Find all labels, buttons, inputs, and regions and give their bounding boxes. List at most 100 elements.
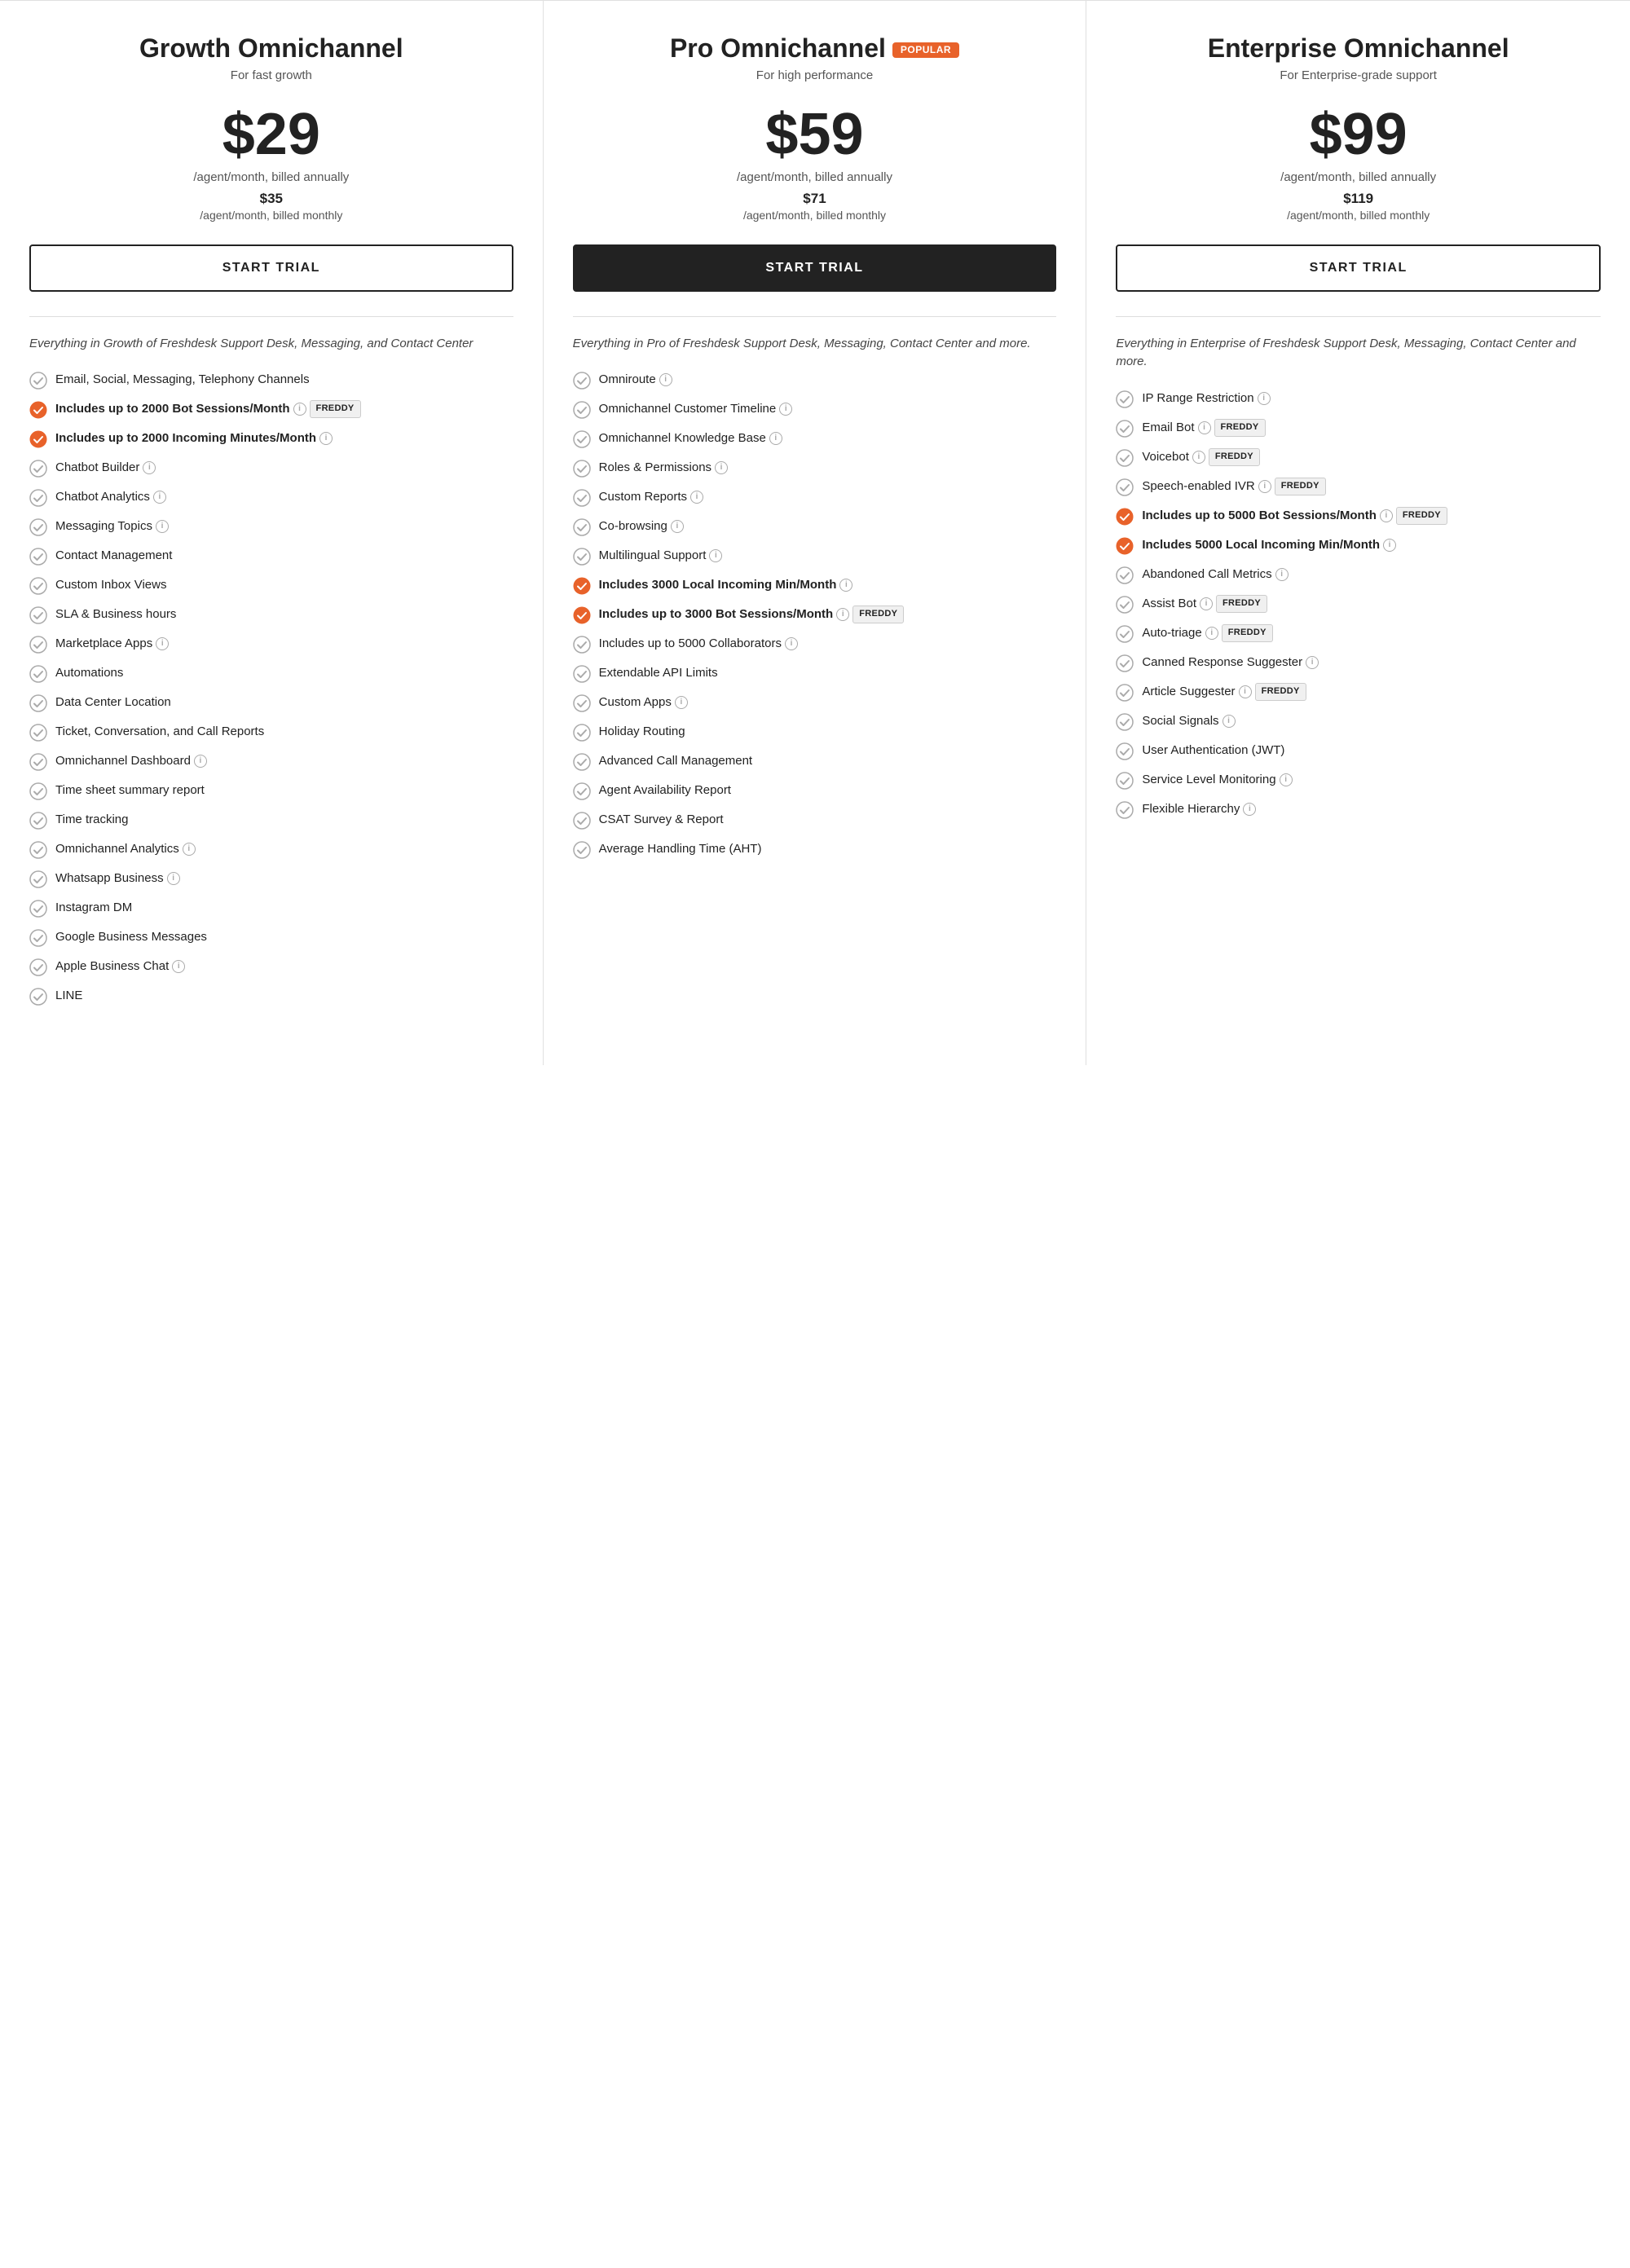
list-item: Omnichannel Knowledge Basei — [573, 429, 1057, 448]
freddy-badge: FREDDY — [1275, 478, 1326, 495]
price-monthly-val-pro: $71 — [573, 191, 1057, 207]
info-icon[interactable]: i — [1239, 685, 1252, 698]
trial-button-pro[interactable]: START TRIAL — [573, 244, 1057, 292]
info-icon[interactable]: i — [839, 579, 852, 592]
check-icon — [573, 753, 591, 771]
list-item: Auto-triageiFREDDY — [1116, 624, 1601, 643]
check-icon — [573, 636, 591, 654]
info-icon[interactable]: i — [1205, 627, 1218, 640]
check-icon — [29, 665, 47, 683]
info-icon[interactable]: i — [1222, 715, 1236, 728]
check-icon — [573, 518, 591, 536]
info-icon[interactable]: i — [156, 637, 169, 650]
feature-text: Apple Business Chati — [55, 958, 513, 975]
check-icon — [29, 401, 47, 419]
check-icon — [573, 489, 591, 507]
info-icon[interactable]: i — [779, 403, 792, 416]
feature-text: Omnichannel Analyticsi — [55, 840, 513, 858]
feature-list-pro: OmnirouteiOmnichannel Customer Timelinei… — [573, 371, 1057, 859]
price-big-enterprise: $99 — [1116, 105, 1601, 164]
info-icon[interactable]: i — [156, 520, 169, 533]
list-item: SLA & Business hours — [29, 606, 513, 624]
info-icon[interactable]: i — [1198, 421, 1211, 434]
info-icon[interactable]: i — [836, 608, 849, 621]
info-icon[interactable]: i — [1258, 392, 1271, 405]
list-item: Includes up to 2000 Incoming Minutes/Mon… — [29, 429, 513, 448]
feature-bold-text: Includes 5000 Local Incoming Min/Month — [1142, 538, 1380, 552]
check-icon — [29, 460, 47, 478]
list-item: Service Level Monitoringi — [1116, 771, 1601, 790]
info-icon[interactable]: i — [143, 461, 156, 474]
check-icon — [1116, 566, 1134, 584]
info-icon[interactable]: i — [1243, 803, 1256, 816]
price-annual-growth: /agent/month, billed annually — [29, 170, 513, 184]
info-icon[interactable]: i — [715, 461, 728, 474]
feature-text: Custom Reportsi — [599, 488, 1057, 506]
trial-button-enterprise[interactable]: START TRIAL — [1116, 244, 1601, 292]
list-item: Includes up to 2000 Bot Sessions/MonthiF… — [29, 400, 513, 419]
feature-text: Service Level Monitoringi — [1142, 771, 1601, 789]
check-icon — [573, 782, 591, 800]
feature-text: Custom Inbox Views — [55, 576, 513, 594]
plan-name-enterprise: Enterprise Omnichannel — [1116, 33, 1601, 64]
info-icon[interactable]: i — [194, 755, 207, 768]
feature-text: Contact Management — [55, 547, 513, 565]
info-icon[interactable]: i — [183, 843, 196, 856]
feature-text: Instagram DM — [55, 899, 513, 917]
check-icon — [1116, 390, 1134, 408]
info-icon[interactable]: i — [1306, 656, 1319, 669]
feature-text: Custom Appsi — [599, 694, 1057, 711]
feature-text: Co-browsingi — [599, 517, 1057, 535]
list-item: Automations — [29, 664, 513, 683]
list-item: Chatbot Builderi — [29, 459, 513, 478]
list-item: VoicebotiFREDDY — [1116, 448, 1601, 467]
feature-text: VoicebotiFREDDY — [1142, 448, 1601, 466]
check-icon — [573, 430, 591, 448]
feature-text: Ticket, Conversation, and Call Reports — [55, 723, 513, 741]
list-item: Custom Inbox Views — [29, 576, 513, 595]
freddy-badge: FREDDY — [1222, 624, 1273, 642]
info-icon[interactable]: i — [1192, 451, 1205, 464]
price-big-growth: $29 — [29, 105, 513, 164]
info-icon[interactable]: i — [675, 696, 688, 709]
freddy-badge: FREDDY — [1255, 683, 1306, 701]
info-icon[interactable]: i — [709, 549, 722, 562]
list-item: LINE — [29, 987, 513, 1006]
info-icon[interactable]: i — [785, 637, 798, 650]
check-icon — [1116, 537, 1134, 555]
list-item: Chatbot Analyticsi — [29, 488, 513, 507]
info-icon[interactable]: i — [1200, 597, 1213, 610]
feature-text: Omnichannel Knowledge Basei — [599, 429, 1057, 447]
check-icon — [1116, 596, 1134, 614]
info-icon[interactable]: i — [1275, 568, 1289, 581]
list-item: Holiday Routing — [573, 723, 1057, 742]
list-item: Email, Social, Messaging, Telephony Chan… — [29, 371, 513, 390]
info-icon[interactable]: i — [690, 491, 703, 504]
info-icon[interactable]: i — [293, 403, 306, 416]
check-icon — [1116, 713, 1134, 731]
list-item: CSAT Survey & Report — [573, 811, 1057, 830]
info-icon[interactable]: i — [172, 960, 185, 973]
info-icon[interactable]: i — [1258, 480, 1271, 493]
info-icon[interactable]: i — [659, 373, 672, 386]
info-icon[interactable]: i — [319, 432, 333, 445]
info-icon[interactable]: i — [671, 520, 684, 533]
check-icon — [29, 372, 47, 390]
info-icon[interactable]: i — [769, 432, 782, 445]
list-item: Advanced Call Management — [573, 752, 1057, 771]
check-icon — [573, 606, 591, 624]
info-icon[interactable]: i — [1380, 509, 1393, 522]
feature-text: Abandoned Call Metricsi — [1142, 566, 1601, 584]
feature-text: Omnichannel Dashboardi — [55, 752, 513, 770]
feature-text: Marketplace Appsi — [55, 635, 513, 653]
trial-button-growth[interactable]: START TRIAL — [29, 244, 513, 292]
info-icon[interactable]: i — [153, 491, 166, 504]
info-icon[interactable]: i — [1383, 539, 1396, 552]
info-icon[interactable]: i — [167, 872, 180, 885]
info-icon[interactable]: i — [1280, 773, 1293, 786]
list-item: Instagram DM — [29, 899, 513, 918]
plan-tagline-enterprise: For Enterprise-grade support — [1116, 68, 1601, 82]
list-item: Social Signalsi — [1116, 712, 1601, 731]
plan-col-growth: Growth OmnichannelFor fast growth$29/age… — [0, 1, 544, 1065]
check-icon — [29, 929, 47, 947]
